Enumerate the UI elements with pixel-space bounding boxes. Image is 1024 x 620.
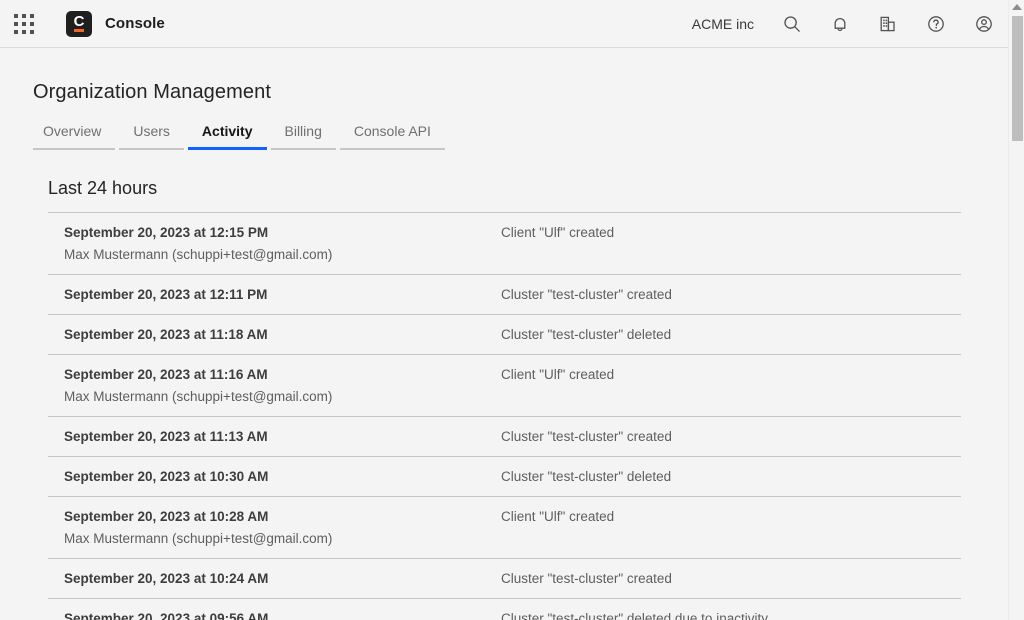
activity-row-left: September 20, 2023 at 11:18 AM [48, 326, 501, 343]
logo-letter: C [74, 14, 85, 29]
activity-row-left: September 20, 2023 at 09:56 AM [48, 610, 501, 620]
global-header: C Console ACME inc [0, 0, 1008, 48]
main-content: Organization Management Overview Users Act… [0, 48, 1008, 620]
tab-users[interactable]: Users [117, 123, 186, 150]
notifications-button[interactable] [816, 0, 864, 47]
activity-description: Client "Ulf" created [501, 508, 614, 525]
app-window: C Console ACME inc [0, 0, 1024, 620]
activity-row: September 20, 2023 at 11:18 AMCluster "t… [48, 315, 961, 355]
activity-timestamp: September 20, 2023 at 11:13 AM [64, 428, 501, 445]
brand-name: Console [105, 15, 165, 32]
account-icon [974, 14, 994, 34]
activity-row: September 20, 2023 at 10:28 AM Max Muster… [48, 497, 961, 559]
activity-row: September 20, 2023 at 09:56 AMCluster "t… [48, 599, 961, 620]
activity-timestamp: September 20, 2023 at 10:24 AM [64, 570, 501, 587]
activity-timestamp: September 20, 2023 at 12:11 PM [64, 286, 501, 303]
building-icon [878, 14, 898, 34]
activity-description: Client "Ulf" created [501, 366, 614, 383]
activity-user: Max Mustermann (schuppi+test@gmail.com) [64, 246, 501, 263]
account-button[interactable] [960, 0, 1008, 47]
page-scrollbar[interactable] [1008, 0, 1024, 620]
activity-row: September 20, 2023 at 12:15 PM Max Muster… [48, 213, 961, 275]
activity-row-left: September 20, 2023 at 10:28 AM Max Muster… [48, 508, 501, 547]
tab-label: Console API [354, 123, 431, 139]
section-title: Last 24 hours [48, 178, 157, 199]
activity-timestamp: September 20, 2023 at 11:16 AM [64, 366, 501, 383]
tab-label: Overview [43, 123, 101, 139]
scrollbar-thumb[interactable] [1012, 16, 1023, 141]
tab-activity[interactable]: Activity [186, 123, 269, 150]
tab-underline [119, 148, 184, 150]
activity-row-left: September 20, 2023 at 10:30 AM [48, 468, 501, 485]
tab-underline [33, 148, 115, 150]
activity-list: September 20, 2023 at 12:15 PM Max Muster… [48, 212, 961, 620]
activity-row-left: September 20, 2023 at 10:24 AM [48, 570, 501, 587]
tab-label: Users [133, 123, 170, 139]
tab-bar: Overview Users Activity Billing Console API [33, 123, 447, 150]
activity-description: Cluster "test-cluster" deleted due to in… [501, 610, 768, 620]
activity-row-left: September 20, 2023 at 12:15 PM Max Muster… [48, 224, 501, 263]
tab-underline [188, 147, 267, 150]
activity-description: Cluster "test-cluster" created [501, 286, 672, 303]
activity-user: Max Mustermann (schuppi+test@gmail.com) [64, 388, 501, 405]
console-logo-icon: C [66, 11, 92, 37]
logo-accent-bar [74, 29, 84, 32]
activity-row: September 20, 2023 at 12:11 PMCluster "t… [48, 275, 961, 315]
activity-row-left: September 20, 2023 at 12:11 PM [48, 286, 501, 303]
activity-row-left: September 20, 2023 at 11:16 AM Max Muster… [48, 366, 501, 405]
app-switcher-button[interactable] [0, 0, 48, 47]
tab-underline [340, 148, 445, 150]
activity-timestamp: September 20, 2023 at 10:28 AM [64, 508, 501, 525]
activity-timestamp: September 20, 2023 at 10:30 AM [64, 468, 501, 485]
activity-user: Max Mustermann (schuppi+test@gmail.com) [64, 530, 501, 547]
activity-row: September 20, 2023 at 10:24 AMCluster "t… [48, 559, 961, 599]
organization-name[interactable]: ACME inc [678, 16, 768, 32]
activity-description: Cluster "test-cluster" created [501, 570, 672, 587]
activity-row: September 20, 2023 at 10:30 AMCluster "t… [48, 457, 961, 497]
help-button[interactable] [912, 0, 960, 47]
activity-row: September 20, 2023 at 11:13 AMCluster "t… [48, 417, 961, 457]
tab-console-api[interactable]: Console API [338, 123, 447, 150]
organization-button[interactable] [864, 0, 912, 47]
brand-home-link[interactable]: C Console [66, 11, 165, 37]
activity-timestamp: September 20, 2023 at 12:15 PM [64, 224, 501, 241]
activity-row: September 20, 2023 at 11:16 AM Max Muster… [48, 355, 961, 417]
search-icon [782, 14, 802, 34]
activity-description: Cluster "test-cluster" created [501, 428, 672, 445]
tab-overview[interactable]: Overview [33, 123, 117, 150]
page-title: Organization Management [33, 81, 271, 104]
activity-description: Client "Ulf" created [501, 224, 614, 241]
search-button[interactable] [768, 0, 816, 47]
tab-label: Activity [202, 123, 253, 139]
activity-description: Cluster "test-cluster" deleted [501, 326, 671, 343]
header-actions: ACME inc [678, 0, 1008, 47]
activity-description: Cluster "test-cluster" deleted [501, 468, 671, 485]
tab-underline [271, 148, 336, 150]
help-icon [926, 14, 946, 34]
activity-timestamp: September 20, 2023 at 11:18 AM [64, 326, 501, 343]
activity-timestamp: September 20, 2023 at 09:56 AM [64, 610, 501, 620]
tab-label: Billing [285, 123, 322, 139]
bell-icon [830, 14, 850, 34]
chevron-up-icon[interactable] [1012, 4, 1022, 10]
tab-billing[interactable]: Billing [269, 123, 338, 150]
grid-apps-icon [14, 14, 34, 34]
activity-row-left: September 20, 2023 at 11:13 AM [48, 428, 501, 445]
